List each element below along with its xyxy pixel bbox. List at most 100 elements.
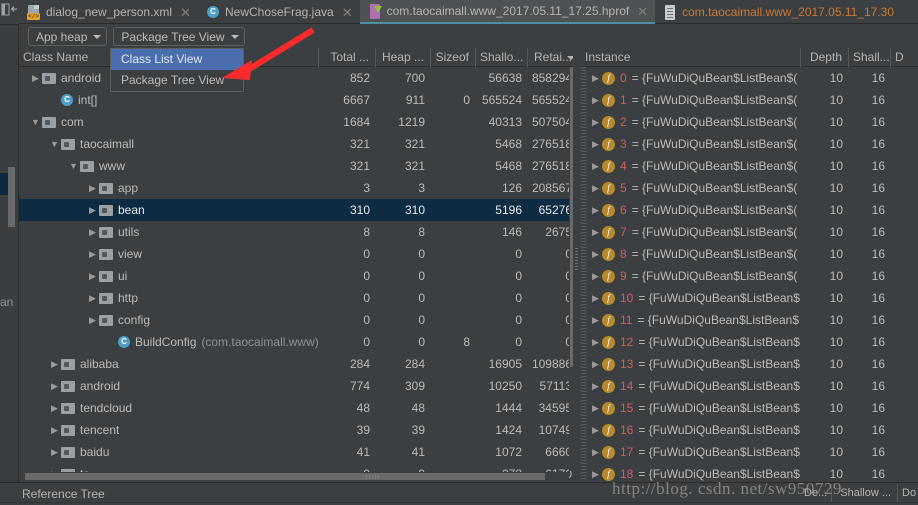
chevron-right-icon[interactable]: ▶ [48, 441, 61, 463]
class-tree-row[interactable]: ▶ bean 310 310 5196 65276 [19, 199, 578, 221]
menu-item-class-list-view[interactable]: Class List View [111, 49, 243, 70]
heap-select-dropdown[interactable]: App heap [28, 27, 108, 46]
chevron-right-icon[interactable]: ▶ [589, 265, 602, 287]
background-vertical-scrollbar[interactable] [8, 167, 15, 227]
close-icon[interactable]: ✕ [637, 5, 648, 18]
chevron-right-icon[interactable]: ▶ [589, 177, 602, 199]
chevron-right-icon[interactable]: ▶ [589, 111, 602, 133]
mini-column-depth[interactable]: De... [800, 484, 832, 503]
chevron-down-icon[interactable]: ▼ [48, 133, 61, 155]
column-header-shallow[interactable]: Shall... [849, 48, 891, 67]
collapse-panel-icon[interactable] [1, 2, 18, 18]
class-tree-row[interactable]: ▶ app 3 3 126 208567 [19, 177, 578, 199]
class-tree-row[interactable]: Cint[] 6667 911 0 565524 565524 [19, 89, 578, 111]
instance-list-row[interactable]: ▶ f 12 = {FuWuDiQuBean$ListBean$ 10 16 [581, 331, 918, 353]
instance-list-row[interactable]: ▶ f 7 = {FuWuDiQuBean$ListBean$(10 16 [581, 221, 918, 243]
chevron-right-icon[interactable]: ▶ [589, 155, 602, 177]
chevron-down-icon[interactable]: ▼ [67, 155, 80, 177]
class-tree-row[interactable]: ▶ android 774 309 10250 57113 [19, 375, 578, 397]
chevron-right-icon[interactable]: ▶ [589, 243, 602, 265]
class-tree-row[interactable]: ▶ui0000 [19, 265, 578, 287]
chevron-right-icon[interactable]: ▶ [48, 353, 61, 375]
chevron-right-icon[interactable]: ▶ [589, 353, 602, 375]
chevron-right-icon[interactable]: ▶ [589, 441, 602, 463]
instance-list-row[interactable]: ▶ f 8 = {FuWuDiQuBean$ListBean$(10 16 [581, 243, 918, 265]
chevron-right-icon[interactable]: ▶ [86, 309, 99, 331]
class-tree-row[interactable]: ▶ utils 8 8 146 2675 [19, 221, 578, 243]
class-tree-row[interactable]: ▶ baidu 41 41 1072 6660 [19, 441, 578, 463]
chevron-right-icon[interactable]: ▶ [589, 67, 602, 89]
column-header-dominating[interactable]: D [891, 48, 909, 67]
chevron-right-icon[interactable]: ▶ [589, 331, 602, 353]
class-tree-row[interactable]: ▼ www 321 321 5468 276518 [19, 155, 578, 177]
column-header-retained-size[interactable]: Retai... [528, 48, 578, 67]
chevron-right-icon[interactable]: ▶ [589, 309, 602, 331]
close-icon[interactable]: ✕ [342, 6, 353, 19]
chevron-right-icon[interactable]: ▶ [589, 419, 602, 441]
chevron-right-icon[interactable]: ▶ [86, 243, 99, 265]
chevron-down-icon[interactable]: ▼ [29, 111, 42, 133]
close-icon[interactable]: ✕ [180, 6, 191, 19]
instance-list-row[interactable]: ▶ f 10 = {FuWuDiQuBean$ListBean$ 10 16 [581, 287, 918, 309]
editor-tab-newchosefrag-java[interactable]: C NewChoseFrag.java ✕ [198, 0, 360, 24]
instance-list-row[interactable]: ▶ f 3 = {FuWuDiQuBean$ListBean$(10 16 [581, 133, 918, 155]
chevron-right-icon[interactable]: ▶ [86, 287, 99, 309]
panel-splitter[interactable] [573, 48, 581, 481]
instance-list-row[interactable]: ▶ f 4 = {FuWuDiQuBean$ListBean$(10 16 [581, 155, 918, 177]
instance-list-row[interactable]: ▶ f 18 = {FuWuDiQuBean$ListBean$ 10 16 [581, 463, 918, 481]
class-tree-row[interactable]: ▼ taocaimall 321 321 5468 276518 [19, 133, 578, 155]
chevron-right-icon[interactable]: ▶ [29, 67, 42, 89]
chevron-right-icon[interactable]: ▶ [48, 397, 61, 419]
chevron-right-icon[interactable]: ▶ [589, 463, 602, 481]
instance-list-row[interactable]: ▶ f 6 = {FuWuDiQuBean$ListBean$(10 16 [581, 199, 918, 221]
instance-list-row[interactable]: ▶ f 11 = {FuWuDiQuBean$ListBean$ 10 16 [581, 309, 918, 331]
column-header-depth[interactable]: Depth [801, 48, 849, 67]
editor-tab-dialog-new-person-xml[interactable]: </> dialog_new_person.xml ✕ [19, 0, 198, 24]
instance-list-row[interactable]: ▶ f 1 = {FuWuDiQuBean$ListBean$(10 16 [581, 89, 918, 111]
chevron-right-icon[interactable]: ▶ [589, 199, 602, 221]
class-tree-row[interactable]: ▼ com 1684 1219 40313 507504 [19, 111, 578, 133]
column-header-shallow-size[interactable]: Shallo... [476, 48, 528, 67]
class-tree-row[interactable]: CBuildConfig(com.taocaimall.www)00800 [19, 331, 578, 353]
menu-item-package-tree-view[interactable]: Package Tree View [111, 70, 243, 91]
column-header-total-count[interactable]: Total ... [319, 48, 376, 67]
chevron-right-icon[interactable]: ▶ [589, 375, 602, 397]
chevron-right-icon[interactable]: ▶ [86, 221, 99, 243]
column-header-heap-count[interactable]: Heap ... [376, 48, 431, 67]
chevron-right-icon[interactable]: ▶ [589, 133, 602, 155]
column-header-sizeof[interactable]: Sizeof [431, 48, 476, 67]
instance-list-row[interactable]: ▶ f 13 = {FuWuDiQuBean$ListBean$ 10 16 [581, 353, 918, 375]
instance-list-row[interactable]: ▶ f 14 = {FuWuDiQuBean$ListBean$ 10 16 [581, 375, 918, 397]
mini-column-shallow[interactable]: Shallow ... [832, 484, 898, 503]
class-tree-row[interactable]: ▶ tendcloud 48 48 1444 34595 [19, 397, 578, 419]
instance-list-row[interactable]: ▶ f 15 = {FuWuDiQuBean$ListBean$ 10 16 [581, 397, 918, 419]
chevron-right-icon[interactable]: ▶ [86, 177, 99, 199]
editor-tab-hprof-1725[interactable]: com.taocaimall.www_2017.05.11_17.25.hpro… [359, 0, 656, 24]
mini-column-dominating[interactable]: Do [898, 484, 918, 503]
bottom-splitter-grip-icon[interactable] [366, 475, 380, 479]
instance-list-row[interactable]: ▶ f 0 = {FuWuDiQuBean$ListBean$(10 16 [581, 67, 918, 89]
class-tree-row[interactable]: ▶http0000 [19, 287, 578, 309]
chevron-right-icon[interactable]: ▶ [589, 221, 602, 243]
instance-list-row[interactable]: ▶ f 5 = {FuWuDiQuBean$ListBean$(10 16 [581, 177, 918, 199]
class-tree-row[interactable]: ▶ android 852 700 56638 858294 [19, 67, 578, 89]
chevron-right-icon[interactable]: ▶ [589, 89, 602, 111]
chevron-right-icon[interactable]: ▶ [589, 397, 602, 419]
class-tree-row[interactable]: ▶ tencent 39 39 1424 10749 [19, 419, 578, 441]
editor-tab-hprof-1730[interactable]: com.taocaimall.www_2017.05.11_17.30 [655, 0, 901, 24]
view-select-dropdown[interactable]: Package Tree View [113, 27, 245, 46]
class-tree-row[interactable]: ▶view0000 [19, 243, 578, 265]
instance-list-row[interactable]: ▶ f 16 = {FuWuDiQuBean$ListBean$ 10 16 [581, 419, 918, 441]
chevron-right-icon[interactable]: ▶ [86, 265, 99, 287]
chevron-right-icon[interactable]: ▶ [48, 375, 61, 397]
chevron-right-icon[interactable]: ▶ [589, 287, 602, 309]
instance-list-row[interactable]: ▶ f 9 = {FuWuDiQuBean$ListBean$(10 16 [581, 265, 918, 287]
class-tree-row[interactable]: ▶ alibaba 284 284 16905 109886 [19, 353, 578, 375]
instance-list-row[interactable]: ▶ f 17 = {FuWuDiQuBean$ListBean$ 10 16 [581, 441, 918, 463]
column-header-instance[interactable]: Instance [581, 48, 801, 67]
class-tree-horizontal-scrollbar[interactable] [19, 472, 569, 481]
chevron-right-icon[interactable]: ▶ [48, 419, 61, 441]
class-tree-row[interactable]: ▶config0000 [19, 309, 578, 331]
chevron-right-icon[interactable]: ▶ [86, 199, 99, 221]
instance-list-row[interactable]: ▶ f 2 = {FuWuDiQuBean$ListBean$(10 16 [581, 111, 918, 133]
